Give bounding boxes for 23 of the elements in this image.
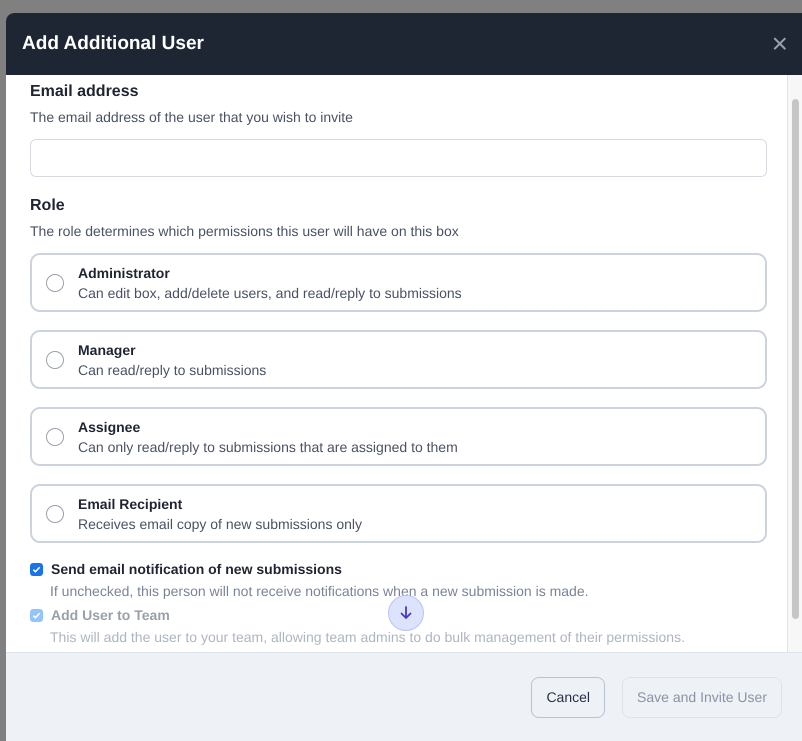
role-title: Assignee [78, 418, 142, 434]
cancel-button[interactable]: Cancel [531, 676, 606, 718]
role-option[interactable]: Email Recipient Receives email copy of new submissions only [30, 484, 767, 543]
role-title: Email Recipient [78, 496, 184, 512]
dialog-title: Add Additional User [22, 33, 204, 55]
checkbox-help: This will add the user to your team, allowing team admins to do bulk management of their permissions. [50, 629, 686, 645]
checkbox-label: Add User to Team [51, 607, 170, 623]
role-option[interactable]: Manager Can read/reply to submissions [30, 330, 767, 389]
role-title: Administrator [78, 264, 171, 280]
role-description: Can only read/reply to submissions that are assigned to them [78, 438, 458, 454]
role-option[interactable]: Administrator Can edit box, add/delete users, and read/reply to submissions [30, 253, 767, 312]
checkbox-help: If unchecked, this person will not receive notifications when a new submission is made. [50, 583, 590, 599]
field-label: Email address [30, 83, 140, 101]
role-option[interactable]: Assignee Can only read/reply to submissions that are assigned to them [30, 407, 767, 466]
close-button[interactable]: × [768, 30, 792, 58]
field-label: Role [30, 197, 66, 215]
field-help: The email address of the user that you wish to invite [30, 109, 354, 125]
role-description: Can edit box, add/delete users, and read/reply to submissions [78, 284, 462, 300]
field-help: The role determines which permissions this user will have on this box [30, 223, 460, 239]
role-title: Manager [78, 342, 137, 358]
role-description: Can read/reply to submissions [78, 362, 266, 378]
role-description: Receives email copy of new submissions only [78, 516, 362, 532]
checkbox-label: Send email notification of new submissions [51, 561, 342, 577]
